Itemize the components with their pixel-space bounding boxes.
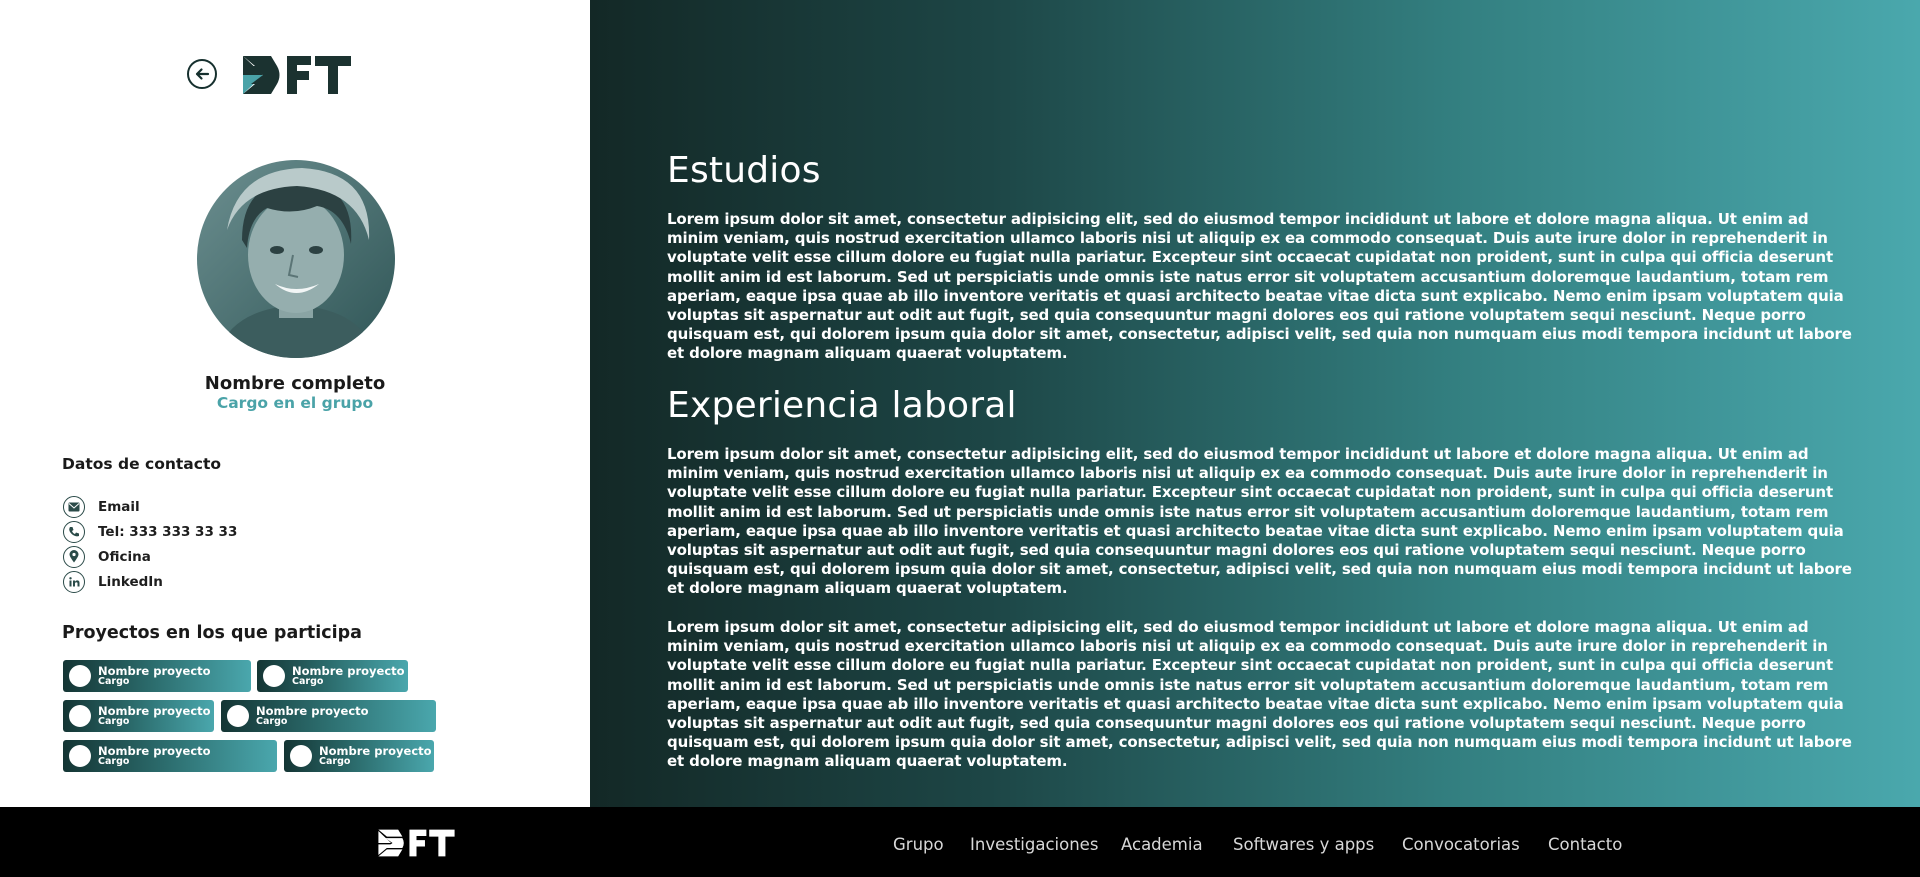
profile-content: Estudios Lorem ipsum dolor sit amet, con… xyxy=(590,0,1920,807)
contact-phone[interactable]: Tel: 333 333 33 33 xyxy=(63,519,237,544)
project-role: Cargo xyxy=(256,716,288,728)
project-card[interactable]: Nombre proyecto Cargo xyxy=(221,700,436,732)
contact-office[interactable]: Oficina xyxy=(63,544,237,569)
email-icon xyxy=(63,495,85,518)
project-avatar xyxy=(69,745,91,767)
footer-nav: Grupo Investigaciones Academia Softwares… xyxy=(0,835,1920,855)
project-role: Cargo xyxy=(319,756,351,768)
contact-email-label: Email xyxy=(98,498,140,515)
experience-text: Lorem ipsum dolor sit amet, consectetur … xyxy=(667,618,1852,771)
contact-phone-label: Tel: 333 333 33 33 xyxy=(98,523,238,540)
footer-link-academia[interactable]: Academia xyxy=(1121,835,1203,854)
project-role: Cargo xyxy=(292,676,324,688)
profile-role: Cargo en el grupo xyxy=(216,394,374,412)
dft-logo[interactable] xyxy=(241,54,353,96)
project-card[interactable]: Nombre proyecto Cargo xyxy=(63,700,214,732)
project-card[interactable]: Nombre proyecto Cargo xyxy=(284,740,434,772)
back-button[interactable] xyxy=(187,59,217,89)
project-avatar xyxy=(263,665,285,687)
location-pin-icon xyxy=(63,545,85,568)
contact-office-label: Oficina xyxy=(98,548,151,565)
profile-name: Nombre completo xyxy=(204,373,386,394)
profile-sidebar: Nombre completo Cargo en el grupo Datos … xyxy=(0,0,590,807)
project-card[interactable]: Nombre proyecto Cargo xyxy=(63,740,277,772)
education-text: Lorem ipsum dolor sit amet, consectetur … xyxy=(667,210,1852,363)
project-avatar xyxy=(69,665,91,687)
experience-text: Lorem ipsum dolor sit amet, consectetur … xyxy=(667,445,1852,598)
projects-section-title: Proyectos en los que participa xyxy=(62,623,362,643)
education-heading: Estudios xyxy=(667,150,821,191)
arrow-left-icon xyxy=(195,68,210,80)
project-avatar xyxy=(290,745,312,767)
project-role: Cargo xyxy=(98,676,130,688)
phone-icon xyxy=(63,520,85,543)
footer-link-investigaciones[interactable]: Investigaciones xyxy=(970,835,1098,854)
linkedin-icon xyxy=(63,570,85,593)
experience-heading: Experiencia laboral xyxy=(667,385,1017,426)
footer-link-softwares[interactable]: Softwares y apps xyxy=(1233,835,1374,854)
contact-section-title: Datos de contacto xyxy=(62,455,221,473)
contact-linkedin-label: LinkedIn xyxy=(98,573,163,590)
avatar xyxy=(197,160,395,358)
contact-email[interactable]: Email xyxy=(63,494,237,519)
contact-list: Email Tel: 333 333 33 33 Oficina LinkedI… xyxy=(63,494,237,594)
contact-linkedin[interactable]: LinkedIn xyxy=(63,569,237,594)
project-role: Cargo xyxy=(98,716,130,728)
project-card[interactable]: Nombre proyecto Cargo xyxy=(63,660,251,692)
profile-photo xyxy=(197,160,395,358)
footer-link-grupo[interactable]: Grupo xyxy=(893,835,944,854)
project-card[interactable]: Nombre proyecto Cargo xyxy=(257,660,408,692)
project-avatar xyxy=(227,705,249,727)
project-role: Cargo xyxy=(98,756,130,768)
footer-link-contacto[interactable]: Contacto xyxy=(1548,835,1622,854)
footer-link-convocatorias[interactable]: Convocatorias xyxy=(1402,835,1520,854)
project-avatar xyxy=(69,705,91,727)
